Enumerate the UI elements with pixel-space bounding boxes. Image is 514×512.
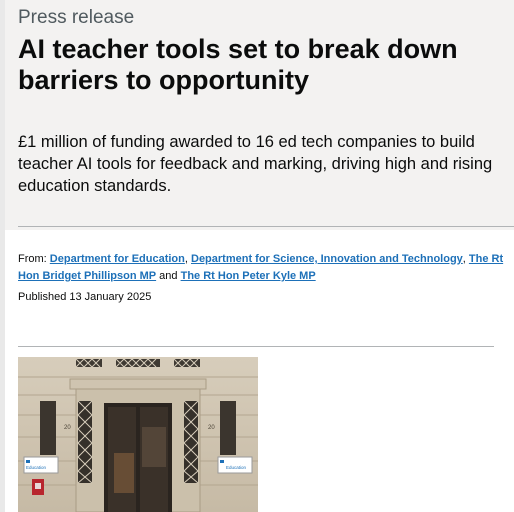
- document-type: Press release: [18, 7, 135, 28]
- header-divider: [18, 226, 514, 227]
- page-title: AI teacher tools set to break down barri…: [18, 34, 458, 95]
- metadata-divider: [18, 346, 494, 347]
- door-number-right: 20: [208, 425, 215, 431]
- sign-label-right: Education: [226, 465, 247, 470]
- metadata-from: From: Department for Education, Departme…: [18, 251, 508, 285]
- comma-separator: ,: [184, 253, 188, 265]
- page-summary: £1 million of funding awarded to 16 ed t…: [18, 133, 493, 195]
- org-link-department-for-education[interactable]: Department for Education: [50, 253, 185, 265]
- page: Press release AI teacher tools set to br…: [0, 0, 514, 512]
- from-label: From:: [18, 253, 47, 265]
- sign-label-left: Education: [26, 465, 47, 470]
- building-entrance-image: 20 20 Education Education: [18, 357, 258, 512]
- person-link-peter-kyle[interactable]: The Rt Hon Peter Kyle MP: [181, 270, 316, 282]
- lead-image: 20 20 Education Education: [18, 357, 258, 512]
- comma-separator: ,: [462, 253, 466, 265]
- and-separator: and: [159, 270, 178, 282]
- published-date: Published 13 January 2025: [18, 291, 152, 303]
- page-header: Press release AI teacher tools set to br…: [5, 0, 514, 230]
- org-link-department-for-science[interactable]: Department for Science, Innovation and T…: [191, 253, 463, 265]
- door-number-left: 20: [64, 425, 71, 431]
